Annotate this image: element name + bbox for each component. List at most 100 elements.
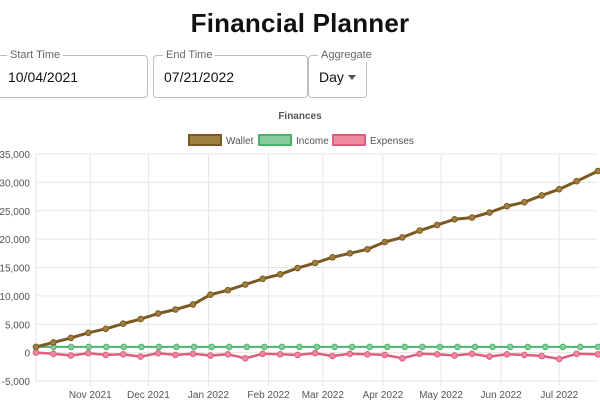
data-point-wallet[interactable] <box>224 286 232 294</box>
data-point-wallet[interactable] <box>468 214 476 221</box>
data-point-expenses[interactable] <box>102 351 110 359</box>
data-point-wallet[interactable] <box>294 264 301 272</box>
data-point-expenses[interactable] <box>50 350 57 358</box>
data-point-income[interactable] <box>243 343 251 351</box>
data-point-expenses[interactable] <box>189 350 197 358</box>
data-point-income[interactable] <box>173 343 180 351</box>
data-point-income[interactable] <box>296 343 303 351</box>
end-time-field[interactable]: End Time <box>153 48 308 98</box>
data-point-income[interactable] <box>436 343 444 351</box>
data-point-income[interactable] <box>313 343 321 351</box>
data-point-wallet[interactable] <box>573 177 581 185</box>
data-point-expenses[interactable] <box>32 349 40 356</box>
data-point-wallet[interactable] <box>137 315 144 323</box>
data-point-wallet[interactable] <box>154 310 162 317</box>
end-time-input[interactable] <box>164 69 284 85</box>
data-point-wallet[interactable] <box>207 291 214 298</box>
data-point-income[interactable] <box>594 343 600 351</box>
data-point-wallet[interactable] <box>594 167 600 175</box>
data-point-wallet[interactable] <box>451 216 458 223</box>
data-point-wallet[interactable] <box>486 209 493 216</box>
legend-swatch[interactable] <box>332 134 366 146</box>
data-point-income[interactable] <box>208 343 215 351</box>
data-point-expenses[interactable] <box>242 355 249 362</box>
data-point-expenses[interactable] <box>503 351 511 358</box>
data-point-income[interactable] <box>559 343 567 351</box>
legend-label[interactable]: Expenses <box>370 136 414 147</box>
data-point-wallet[interactable] <box>259 275 267 283</box>
data-point-expenses[interactable] <box>451 352 458 359</box>
legend-label[interactable]: Wallet <box>226 136 254 147</box>
data-point-expenses[interactable] <box>486 353 493 360</box>
data-point-wallet[interactable] <box>311 259 319 267</box>
data-point-expenses[interactable] <box>85 349 92 357</box>
data-point-wallet[interactable] <box>50 339 57 346</box>
data-point-income[interactable] <box>120 343 128 351</box>
data-point-income[interactable] <box>384 343 391 351</box>
data-point-wallet[interactable] <box>346 250 354 257</box>
data-point-expenses[interactable] <box>364 351 371 358</box>
data-point-expenses[interactable] <box>416 350 424 358</box>
data-point-wallet[interactable] <box>364 246 371 253</box>
data-point-wallet[interactable] <box>329 254 336 261</box>
data-point-income[interactable] <box>138 343 145 351</box>
aggregate-select[interactable]: Aggregate Day <box>308 48 375 98</box>
data-point-wallet[interactable] <box>555 185 563 193</box>
data-point-wallet[interactable] <box>416 227 424 234</box>
data-point-expenses[interactable] <box>311 349 319 357</box>
data-point-expenses[interactable] <box>119 351 127 358</box>
data-point-income[interactable] <box>278 343 286 351</box>
data-point-expenses[interactable] <box>207 352 214 359</box>
data-point-expenses[interactable] <box>573 350 581 358</box>
data-point-expenses[interactable] <box>137 353 144 360</box>
data-point-expenses[interactable] <box>276 351 284 358</box>
data-point-expenses[interactable] <box>294 351 301 359</box>
data-point-wallet[interactable] <box>67 334 75 342</box>
data-point-expenses[interactable] <box>555 355 563 363</box>
data-point-expenses[interactable] <box>259 350 267 358</box>
data-point-wallet[interactable] <box>521 198 528 206</box>
data-point-income[interactable] <box>366 343 374 351</box>
data-point-wallet[interactable] <box>433 221 441 229</box>
data-point-income[interactable] <box>542 343 549 351</box>
data-point-expenses[interactable] <box>594 351 600 358</box>
start-time-input[interactable] <box>8 69 128 85</box>
data-point-income[interactable] <box>489 343 496 351</box>
data-point-wallet[interactable] <box>503 202 511 210</box>
data-point-income[interactable] <box>261 343 268 351</box>
data-point-wallet[interactable] <box>102 325 110 333</box>
data-point-income[interactable] <box>67 343 75 351</box>
data-point-wallet[interactable] <box>85 329 92 337</box>
data-point-income[interactable] <box>85 343 92 351</box>
data-point-expenses[interactable] <box>154 349 162 357</box>
data-point-income[interactable] <box>401 343 409 351</box>
data-point-expenses[interactable] <box>538 352 546 360</box>
legend-swatch[interactable] <box>188 134 222 146</box>
data-point-income[interactable] <box>155 343 163 351</box>
data-point-wallet[interactable] <box>381 238 389 246</box>
data-point-wallet[interactable] <box>32 343 40 351</box>
data-point-income[interactable] <box>506 343 514 351</box>
data-point-income[interactable] <box>348 343 356 351</box>
data-point-expenses[interactable] <box>521 351 528 359</box>
start-time-field[interactable]: Start Time <box>0 48 148 98</box>
legend-label[interactable]: Income <box>296 136 329 147</box>
data-point-income[interactable] <box>524 343 532 351</box>
data-point-wallet[interactable] <box>119 320 127 327</box>
data-point-income[interactable] <box>419 343 426 351</box>
data-point-expenses[interactable] <box>346 350 354 358</box>
data-point-expenses[interactable] <box>67 352 75 359</box>
data-point-expenses[interactable] <box>172 351 179 359</box>
data-point-income[interactable] <box>471 343 479 351</box>
data-point-wallet[interactable] <box>399 234 406 241</box>
data-point-income[interactable] <box>454 343 461 351</box>
data-point-wallet[interactable] <box>538 192 546 199</box>
data-point-wallet[interactable] <box>172 306 179 313</box>
data-point-expenses[interactable] <box>329 352 336 360</box>
data-point-income[interactable] <box>103 343 110 351</box>
data-point-wallet[interactable] <box>189 301 197 308</box>
data-point-income[interactable] <box>331 343 338 351</box>
data-point-income[interactable] <box>190 343 198 351</box>
data-point-expenses[interactable] <box>433 351 441 358</box>
data-point-wallet[interactable] <box>242 281 249 288</box>
